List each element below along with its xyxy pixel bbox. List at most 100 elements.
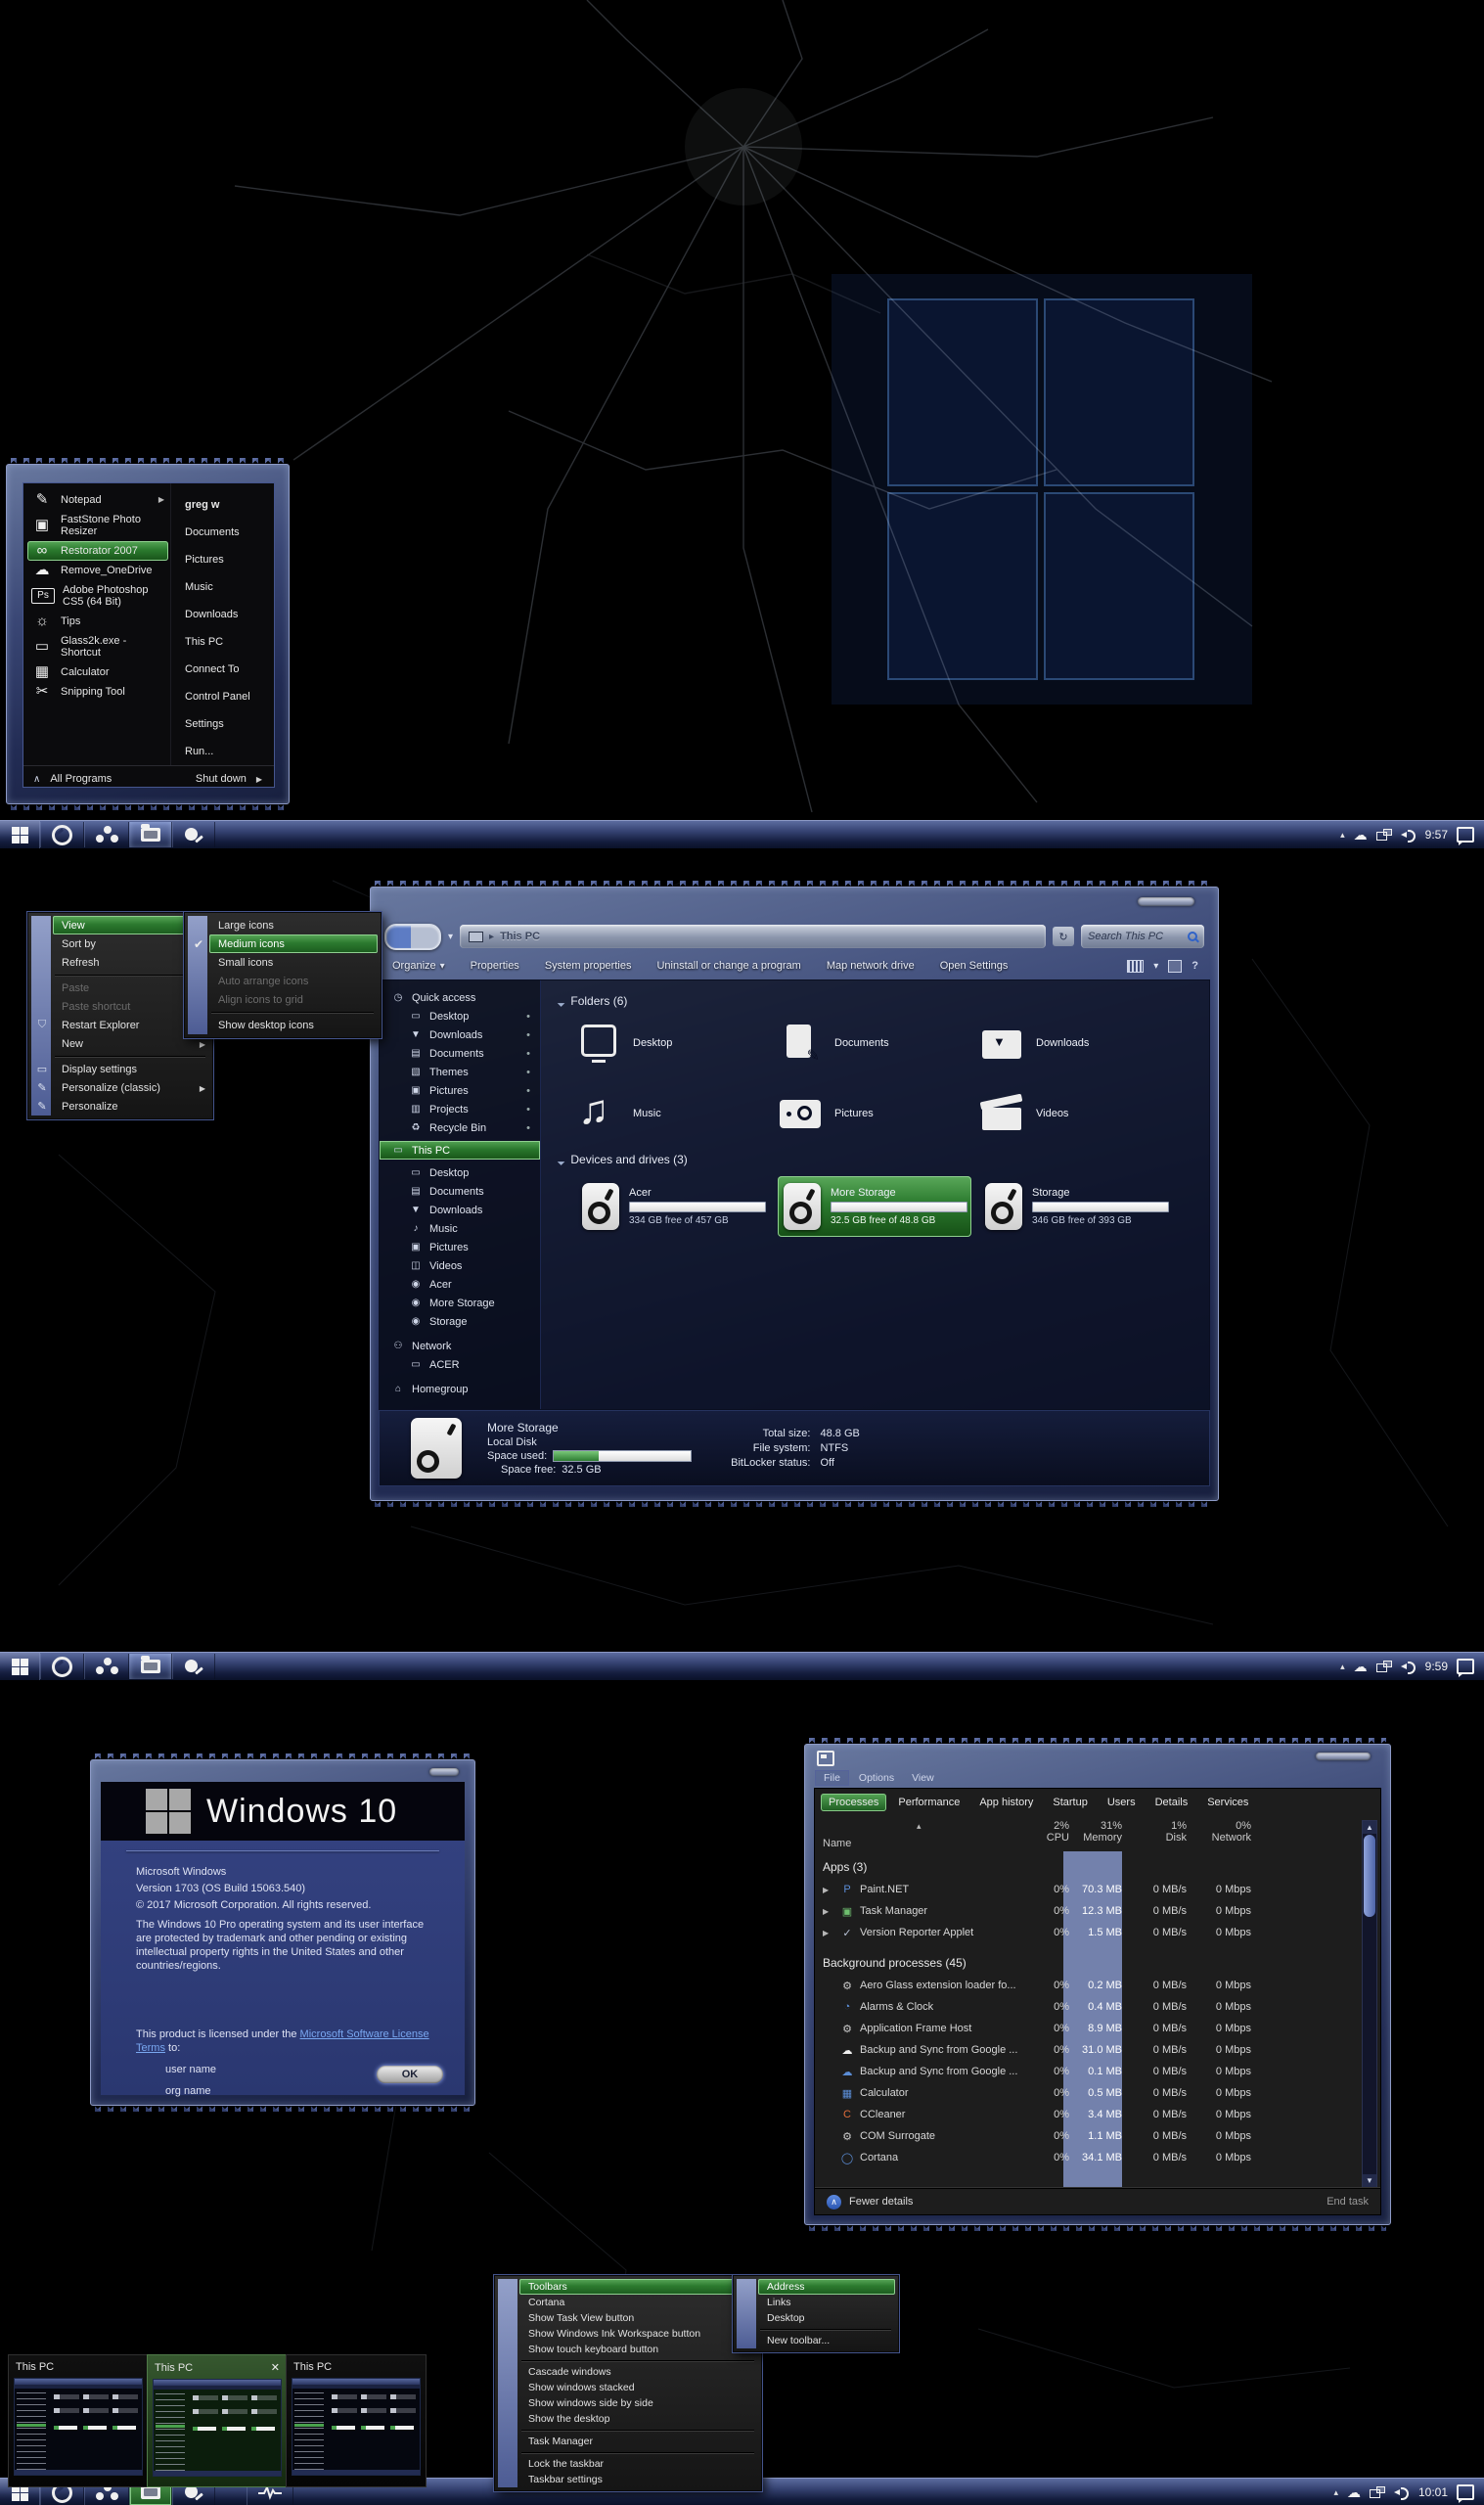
breadcrumb[interactable]: This PC — [500, 931, 540, 942]
column-memory[interactable]: 31% Memory — [1063, 1820, 1122, 1844]
scrollbar-thumb[interactable] — [1364, 1835, 1375, 1917]
layout-dropdown-icon[interactable] — [1153, 960, 1158, 972]
menu-item-personalize-classic[interactable]: ✎ Personalize (classic) — [37, 1078, 209, 1097]
sidebar-quick-access[interactable]: ◷ Quick access — [380, 988, 540, 1007]
process-row[interactable]: ▣Task Manager0%12.3 MB0 MB/s0 Mbps — [823, 1900, 1359, 1922]
tab-users[interactable]: Users — [1100, 1794, 1144, 1811]
menu-item-desktop-toolbar[interactable]: Desktop — [758, 2310, 895, 2326]
scroll-up-icon[interactable]: ▲ — [1363, 1821, 1376, 1834]
onedrive-cloud-icon[interactable]: ☁ — [1354, 1659, 1368, 1675]
drive-tile-acer[interactable]: Acer 334 GB free of 457 GB — [576, 1176, 770, 1237]
network-icon[interactable] — [1375, 1661, 1392, 1672]
taskbar-app-button[interactable] — [84, 822, 129, 847]
network-icon[interactable] — [1369, 2486, 1385, 2498]
start-place-documents[interactable]: Documents — [185, 519, 264, 546]
clock[interactable]: 9:57 — [1425, 828, 1448, 842]
column-cpu[interactable]: 2% CPU — [1018, 1820, 1069, 1844]
tab-processes[interactable]: Processes — [821, 1794, 887, 1811]
refresh-button[interactable]: ↻ — [1053, 927, 1074, 946]
taskbar-explorer-button[interactable] — [129, 822, 172, 847]
menu-view[interactable]: View — [904, 1771, 942, 1785]
ok-button[interactable]: OK — [377, 2066, 443, 2083]
tray-expand-icon[interactable] — [1333, 2486, 1338, 2498]
menu-item-show-desktop[interactable]: Show the desktop — [519, 2411, 758, 2427]
sidebar-pc-acer[interactable]: ◉ Acer — [380, 1275, 540, 1294]
user-name[interactable]: greg w — [185, 491, 264, 519]
start-place-this-pc[interactable]: This PC — [185, 628, 264, 656]
start-item-notepad[interactable]: ✎ Notepad — [27, 489, 168, 510]
start-item-faststone[interactable]: ▣ FastStone Photo Resizer — [27, 510, 168, 541]
all-programs-button[interactable]: All Programs — [50, 773, 112, 785]
menu-item-display-settings[interactable]: ▭ Display settings — [37, 1060, 209, 1078]
uninstall-button[interactable]: Uninstall or change a program — [656, 960, 800, 972]
sidebar-item-pictures[interactable]: ▣ Pictures — [380, 1081, 540, 1100]
sidebar-pc-more-storage[interactable]: ◉ More Storage — [380, 1294, 540, 1312]
menu-item-toolbars[interactable]: Toolbars — [519, 2279, 758, 2295]
drive-tile-storage[interactable]: Storage 346 GB free of 393 GB — [979, 1176, 1173, 1237]
menu-item-stacked[interactable]: Show windows stacked — [519, 2380, 758, 2395]
menu-options[interactable]: Options — [851, 1771, 902, 1785]
column-disk[interactable]: 1% Disk — [1128, 1820, 1187, 1844]
address-bar[interactable]: This PC — [460, 925, 1046, 948]
process-row[interactable]: C CCleaner 0% 3.4 MB 0 MB/s 0 Mbps — [823, 2104, 1359, 2125]
menu-item-taskbar-settings[interactable]: Taskbar settings — [519, 2472, 758, 2487]
menu-item-small-icons[interactable]: Small icons — [209, 953, 378, 972]
start-place-control-panel[interactable]: Control Panel — [185, 683, 264, 710]
sidebar-item-recycle-bin[interactable]: ♻ Recycle Bin — [380, 1118, 540, 1137]
system-properties-button[interactable]: System properties — [545, 960, 632, 972]
tray-expand-icon[interactable] — [1340, 1661, 1345, 1672]
menu-item-cortana[interactable]: Cortana — [519, 2295, 758, 2310]
end-task-button[interactable]: End task — [1327, 2196, 1369, 2208]
start-item-snipping[interactable]: ✂ Snipping Tool — [27, 682, 168, 702]
task-manager-titlebar[interactable] — [805, 1745, 1390, 1768]
sidebar-item-documents[interactable]: ▤ Documents — [380, 1044, 540, 1063]
process-row[interactable]: ☁ Backup and Sync from Google ... 0% 31.0 M… — [823, 2039, 1359, 2061]
action-center-icon[interactable] — [1457, 1659, 1474, 1677]
speaker-icon[interactable] — [1393, 2486, 1410, 2500]
layout-view-icon[interactable] — [1127, 959, 1145, 973]
taskbar-chrome-button[interactable] — [40, 822, 84, 847]
tab-performance[interactable]: Performance — [890, 1794, 967, 1811]
start-button[interactable] — [0, 821, 40, 848]
taskbar-thumbnail-active[interactable]: This PC ✕ — [147, 2354, 288, 2487]
folder-tile-music[interactable]: Music — [576, 1086, 778, 1139]
process-row[interactable]: PPaint.NET0%70.3 MB0 MB/s0 Mbps — [823, 1879, 1359, 1900]
process-row[interactable]: ◔ Alarms & Clock 0% 0.4 MB 0 MB/s 0 Mbps — [823, 1996, 1359, 2018]
process-row[interactable]: ◯ Cortana 0% 34.1 MB 0 MB/s 0 Mbps — [823, 2147, 1359, 2168]
group-header-apps[interactable]: Apps (3) — [823, 1855, 1359, 1879]
menu-item-links[interactable]: Links — [758, 2295, 895, 2310]
start-button[interactable] — [0, 1653, 40, 1680]
start-place-pictures[interactable]: Pictures — [185, 546, 264, 573]
process-row[interactable]: ⚙ COM Surrogate 0% 1.1 MB 0 MB/s 0 Mbps — [823, 2125, 1359, 2147]
speaker-icon[interactable] — [1400, 829, 1417, 843]
map-network-drive-button[interactable]: Map network drive — [827, 960, 915, 972]
menu-item-cascade[interactable]: Cascade windows — [519, 2364, 758, 2380]
group-header-background[interactable]: Background processes (45) — [823, 1951, 1359, 1975]
onedrive-cloud-icon[interactable]: ☁ — [1354, 827, 1368, 843]
close-icon[interactable]: ✕ — [271, 2361, 280, 2374]
sidebar-item-downloads[interactable]: ▼ Downloads — [380, 1025, 540, 1044]
action-center-icon[interactable] — [1457, 827, 1474, 845]
sidebar-pc-documents[interactable]: ▤ Documents — [380, 1182, 540, 1201]
taskbar-paint-button[interactable] — [172, 822, 215, 847]
sidebar-pc-desktop[interactable]: ▭ Desktop — [380, 1163, 540, 1182]
start-place-music[interactable]: Music — [185, 573, 264, 601]
folders-group-header[interactable]: Folders (6) — [559, 994, 1209, 1008]
process-row[interactable]: ⚙ Aero Glass extension loader fo... 0% 0.2 … — [823, 1975, 1359, 1996]
window-controls[interactable] — [429, 1768, 459, 1776]
folder-tile-desktop[interactable]: Desktop — [576, 1018, 778, 1069]
preview-pane-icon[interactable] — [1168, 959, 1183, 973]
expand-arrow-icon[interactable] — [823, 1927, 838, 1938]
scrollbar[interactable]: ▲ ▼ — [1362, 1820, 1377, 2188]
back-forward-buttons[interactable] — [384, 923, 441, 950]
sidebar-network-acer[interactable]: ▭ ACER — [380, 1355, 540, 1374]
action-center-icon[interactable] — [1457, 2484, 1474, 2503]
sidebar-item-projects[interactable]: ▥ Projects — [380, 1100, 540, 1118]
menu-item-large-icons[interactable]: Large icons — [209, 916, 378, 934]
sidebar-this-pc[interactable]: ▭ This PC — [380, 1141, 540, 1160]
start-item-tips[interactable]: ☼ Tips — [27, 612, 168, 631]
folder-tile-downloads[interactable]: Downloads — [979, 1018, 1181, 1069]
clock[interactable]: 10:01 — [1418, 2485, 1448, 2499]
clock[interactable]: 9:59 — [1425, 1660, 1448, 1673]
folder-tile-pictures[interactable]: Pictures — [778, 1088, 979, 1139]
